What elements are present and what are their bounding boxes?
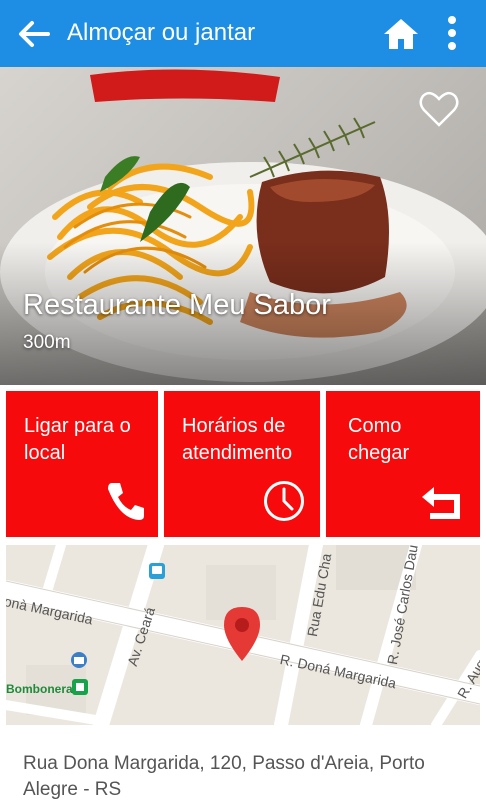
call-label: Ligar para o local: [24, 415, 131, 464]
action-tiles: Ligar para o local Horários de atendimen…: [0, 385, 486, 545]
arrow-left-icon[interactable]: [14, 14, 54, 54]
poi-label: Bombonera: [6, 682, 73, 696]
return-arrow-icon: [422, 487, 460, 519]
home-icon[interactable]: [381, 14, 421, 54]
map-pin-icon[interactable]: [222, 605, 262, 663]
app-bar: Almoçar ou jantar: [0, 0, 486, 67]
hours-button[interactable]: Horários de atendimento: [164, 391, 320, 537]
restaurant-address: Rua Dona Margarida, 120, Passo d'Areia, …: [23, 753, 425, 800]
clock-icon: [264, 481, 304, 521]
directions-button[interactable]: Como chegar: [326, 391, 480, 537]
restaurant-hero[interactable]: Restaurante Meu Sabor 300m: [0, 67, 486, 385]
restaurant-distance: 300m: [23, 332, 71, 353]
hours-label: Horários de atendimento: [182, 415, 293, 464]
more-vertical-icon[interactable]: [436, 12, 468, 54]
restaurant-name: Restaurante Meu Sabor: [23, 289, 331, 321]
phone-icon: [108, 483, 144, 520]
heart-outline-icon[interactable]: [418, 89, 460, 129]
photo-overlay: [0, 67, 486, 385]
directions-label: Como chegar: [348, 415, 410, 464]
location-map[interactable]: onà Margarida Av. Ceará Rua Edu Cha R. J…: [6, 545, 480, 725]
call-button[interactable]: Ligar para o local: [6, 391, 158, 537]
page-title: Almoçar ou jantar: [67, 19, 256, 46]
